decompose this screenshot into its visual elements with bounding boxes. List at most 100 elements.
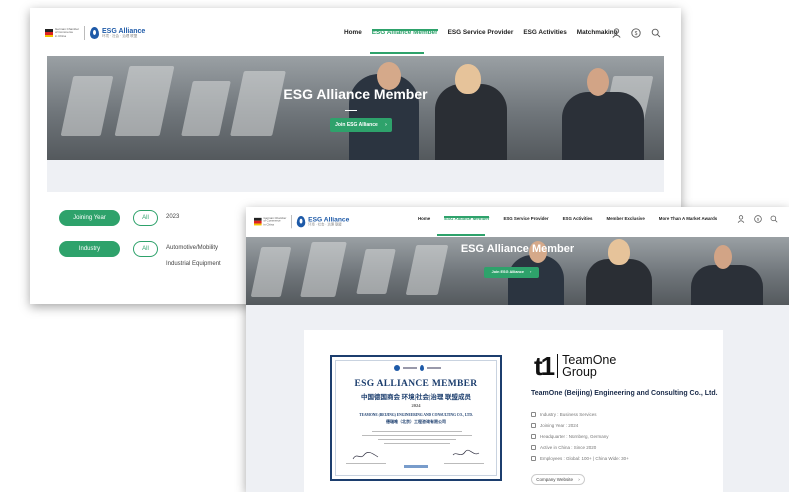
- industry-all-button[interactable]: All: [133, 241, 158, 257]
- industry-option-industrial[interactable]: Industrial Equipment: [166, 261, 221, 267]
- joining-year-filter[interactable]: Joining Year: [59, 210, 120, 226]
- people-icon: [531, 456, 536, 461]
- esg-logo-subtitle: 环境 · 社会 · 治理 联盟: [102, 33, 138, 38]
- search-icon[interactable]: [769, 214, 778, 223]
- person-right-image: [691, 265, 763, 305]
- esg-drop-icon: [420, 365, 424, 371]
- front-nav: German Chamber of Commerce in China ESG Al…: [246, 207, 789, 237]
- signature-right: [452, 449, 480, 456]
- chevron-right-icon: ›: [385, 122, 387, 128]
- certificate-text-line: [444, 463, 484, 464]
- back-logo[interactable]: German Chamber of Commerce in China ESG Al…: [45, 26, 145, 40]
- active-underline: [370, 52, 424, 54]
- chevron-right-icon: ›: [578, 477, 580, 482]
- nav-esg-service-provider[interactable]: ESG Service Provider: [503, 216, 548, 221]
- member-certificate: ESG ALLIANCE MEMBER 中国德国商会 环境|社会|治理 联盟成员…: [330, 355, 502, 481]
- industry-option-automotive[interactable]: Automotive/Mobility: [166, 245, 218, 251]
- company-website-button[interactable]: Company Website ›: [531, 474, 585, 485]
- meta-employees-text: Employees : Global: 100+ | China Wide: 3…: [540, 456, 629, 461]
- meta-headquarter-text: Headquarter : Nürnberg, Germany: [540, 434, 609, 439]
- teamone-logo-words: TeamOne Group: [562, 353, 616, 379]
- user-icon[interactable]: [611, 28, 621, 38]
- meta-active-in-china-text: Active in China : Since 2020: [540, 445, 597, 450]
- person-center-image: [586, 259, 652, 305]
- esg-drop-icon: [296, 215, 306, 228]
- back-grey-band: [47, 160, 664, 192]
- chevron-right-icon: ›: [530, 270, 532, 274]
- active-underline: [437, 234, 485, 236]
- join-esg-alliance-button[interactable]: Join ESG Alliance ›: [330, 118, 392, 132]
- company-website-label: Company Website: [536, 477, 573, 482]
- meta-joining-year-text: Joining Year : 2024: [540, 423, 579, 428]
- chamber-logo-text: German Chamber of Commerce in China: [55, 26, 80, 38]
- nav-home[interactable]: Home: [344, 29, 362, 36]
- globe-icon[interactable]: $: [753, 214, 762, 223]
- chamber-mark-icon: [394, 365, 400, 371]
- esg-logo-text: ESG Alliance 环境 · 社会 · 治理 联盟: [102, 28, 145, 39]
- hero-title: ESG Alliance Member: [283, 86, 428, 102]
- esg-logo-text: ESG Alliance 环境 · 社会 · 治理 联盟: [308, 217, 349, 227]
- nav-esg-alliance-member[interactable]: ESG Alliance Member: [371, 29, 438, 36]
- screenshot-composite: German Chamber of Commerce in China ESG Al…: [0, 0, 789, 492]
- company-name: TeamOne (Beijing) Engineering and Consul…: [531, 390, 718, 397]
- meta-joining-year: Joining Year : 2024: [531, 423, 578, 428]
- teamone-logo-mark: t1: [534, 351, 555, 381]
- nav-member-exclusive[interactable]: Member Exclusive: [606, 216, 644, 221]
- join-esg-alliance-button[interactable]: Join ESG Alliance ›: [484, 267, 539, 278]
- esg-logo-subtitle: 环境 · 社会 · 治理 联盟: [308, 222, 342, 227]
- certificate-logo-line: [403, 367, 417, 369]
- nav-esg-activities[interactable]: ESG Activities: [523, 29, 566, 36]
- nav-esg-service-provider[interactable]: ESG Service Provider: [448, 29, 514, 36]
- building-icon: [531, 434, 536, 439]
- certificate-title-cn: 中国德国商会 环境|社会|治理 联盟成员: [360, 394, 472, 401]
- certificate-logo-line: [427, 367, 441, 369]
- flag-icon: [254, 217, 262, 226]
- back-nav: German Chamber of Commerce in China ESG Al…: [30, 8, 681, 58]
- certificate-company-en: TEAMONE (BEIJING) ENGINEERING AND CONSUL…: [359, 413, 473, 417]
- front-hero: ESG Alliance Member Join ESG Alliance ›: [246, 237, 789, 305]
- certificate-text-line: [346, 463, 386, 464]
- meta-industry-text: Industry : Business Services: [540, 412, 597, 417]
- join-button-label: Join ESG Alliance: [491, 270, 525, 274]
- nav-esg-alliance-member[interactable]: ESG Alliance Member: [444, 216, 490, 221]
- certificate-text-line: [372, 431, 462, 432]
- nav-home[interactable]: Home: [418, 216, 430, 221]
- chamber-logo: German Chamber of Commerce in China: [254, 215, 287, 227]
- industry-filter[interactable]: Industry: [59, 241, 120, 257]
- hero-title: ESG Alliance Member: [460, 243, 575, 255]
- meta-industry: Industry : Business Services: [531, 412, 597, 417]
- svg-text:$: $: [635, 31, 638, 37]
- nav-more-than-a-market-awards[interactable]: More Than A Market Awards: [659, 216, 717, 221]
- calendar-icon: [531, 423, 536, 428]
- signature-left: [352, 452, 379, 460]
- teamone-logo-line2: Group: [562, 365, 597, 379]
- chamber-logo-text: German Chamber of Commerce in China: [263, 215, 287, 227]
- front-menu: Home ESG Alliance Member ESG Service Pro…: [418, 216, 717, 221]
- join-button-label: Join ESG Alliance: [335, 122, 378, 128]
- user-icon[interactable]: [736, 214, 745, 223]
- nav-esg-activities[interactable]: ESG Activities: [563, 216, 593, 221]
- hero-divider: [345, 110, 357, 111]
- certificate-title-en: ESG ALLIANCE MEMBER: [354, 379, 478, 389]
- meta-employees: Employees : Global: 100+ | China Wide: 3…: [531, 456, 629, 461]
- logo-divider: [291, 215, 293, 229]
- certificate-year: 2024: [411, 403, 421, 408]
- chamber-logo: German Chamber of Commerce in China: [45, 26, 80, 39]
- teamone-logo-divider: [557, 354, 559, 378]
- certificate-text-line: [362, 435, 472, 436]
- globe-icon[interactable]: $: [631, 28, 641, 38]
- joining-year-all-button[interactable]: All: [133, 210, 158, 226]
- teamone-logo: t1 TeamOne Group: [534, 353, 616, 379]
- logo-divider: [84, 26, 86, 40]
- industry-icon: [531, 412, 536, 417]
- certificate-text-line: [384, 443, 450, 444]
- back-menu: Home ESG Alliance Member ESG Service Pro…: [344, 29, 618, 36]
- year-option-2023[interactable]: 2023: [166, 214, 179, 220]
- location-icon: [531, 445, 536, 450]
- flag-icon: [45, 29, 53, 37]
- front-logo[interactable]: German Chamber of Commerce in China ESG Al…: [254, 215, 349, 229]
- back-hero: ESG Alliance Member Join ESG Alliance ›: [47, 56, 664, 160]
- certificate-text-line: [378, 439, 456, 440]
- search-icon[interactable]: [651, 28, 661, 38]
- esg-drop-icon: [90, 27, 100, 39]
